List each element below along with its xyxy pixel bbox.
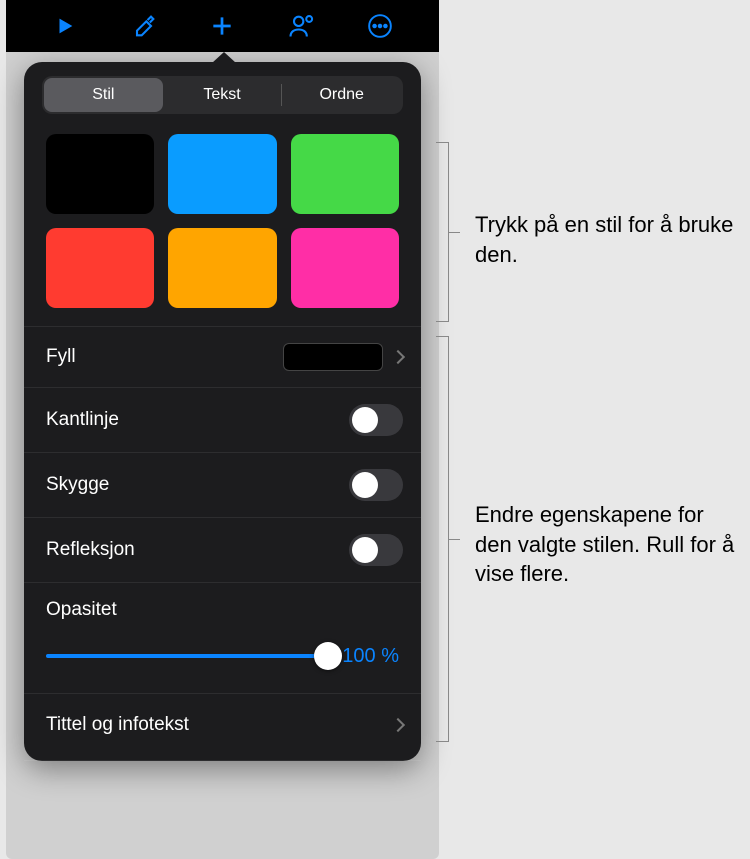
format-popover: Stil Tekst Ordne Fyll Kantlinje Skygge R…: [24, 62, 421, 761]
chevron-right-icon: [391, 718, 405, 732]
segmented-control: Stil Tekst Ordne: [42, 76, 403, 114]
more-icon[interactable]: [365, 11, 395, 41]
play-icon[interactable]: [50, 11, 80, 41]
style-swatch[interactable]: [168, 134, 276, 214]
plus-icon[interactable]: [207, 11, 237, 41]
callout-properties: Endre egenskapene for den valgte stilen.…: [475, 500, 745, 589]
style-swatch[interactable]: [46, 134, 154, 214]
collaborate-icon[interactable]: [286, 11, 316, 41]
shadow-row: Skygge: [24, 452, 421, 517]
tab-arrange[interactable]: Ordne: [282, 78, 401, 112]
callout-swatches: Trykk på en stil for å bruke den.: [475, 210, 735, 269]
chevron-right-icon: [391, 350, 405, 364]
style-swatch[interactable]: [291, 134, 399, 214]
opacity-section: Opasitet 100 %: [24, 582, 421, 693]
shadow-label: Skygge: [46, 474, 109, 496]
fill-label: Fyll: [46, 346, 76, 368]
shadow-toggle[interactable]: [349, 469, 403, 501]
border-row: Kantlinje: [24, 387, 421, 452]
callout-bracket: [448, 336, 449, 742]
title-caption-label: Tittel og infotekst: [46, 714, 189, 736]
fill-color-well[interactable]: [283, 343, 383, 371]
opacity-label: Opasitet: [46, 599, 399, 621]
opacity-slider[interactable]: [46, 641, 328, 671]
fill-row[interactable]: Fyll: [24, 326, 421, 387]
opacity-value: 100 %: [342, 645, 399, 668]
style-swatch[interactable]: [46, 228, 154, 308]
top-toolbar: [6, 0, 439, 52]
reflection-row: Refleksjon: [24, 517, 421, 582]
title-caption-row[interactable]: Tittel og infotekst: [24, 693, 421, 761]
style-swatch-grid: [24, 130, 421, 326]
tab-style[interactable]: Stil: [44, 78, 163, 112]
border-label: Kantlinje: [46, 409, 119, 431]
callout-bracket: [448, 142, 449, 322]
border-toggle[interactable]: [349, 404, 403, 436]
reflection-toggle[interactable]: [349, 534, 403, 566]
slider-track: [46, 654, 328, 658]
slider-thumb[interactable]: [314, 642, 342, 670]
style-swatch[interactable]: [291, 228, 399, 308]
brush-icon[interactable]: [129, 11, 159, 41]
tab-text[interactable]: Tekst: [163, 78, 282, 112]
style-swatch[interactable]: [168, 228, 276, 308]
reflection-label: Refleksjon: [46, 539, 135, 561]
